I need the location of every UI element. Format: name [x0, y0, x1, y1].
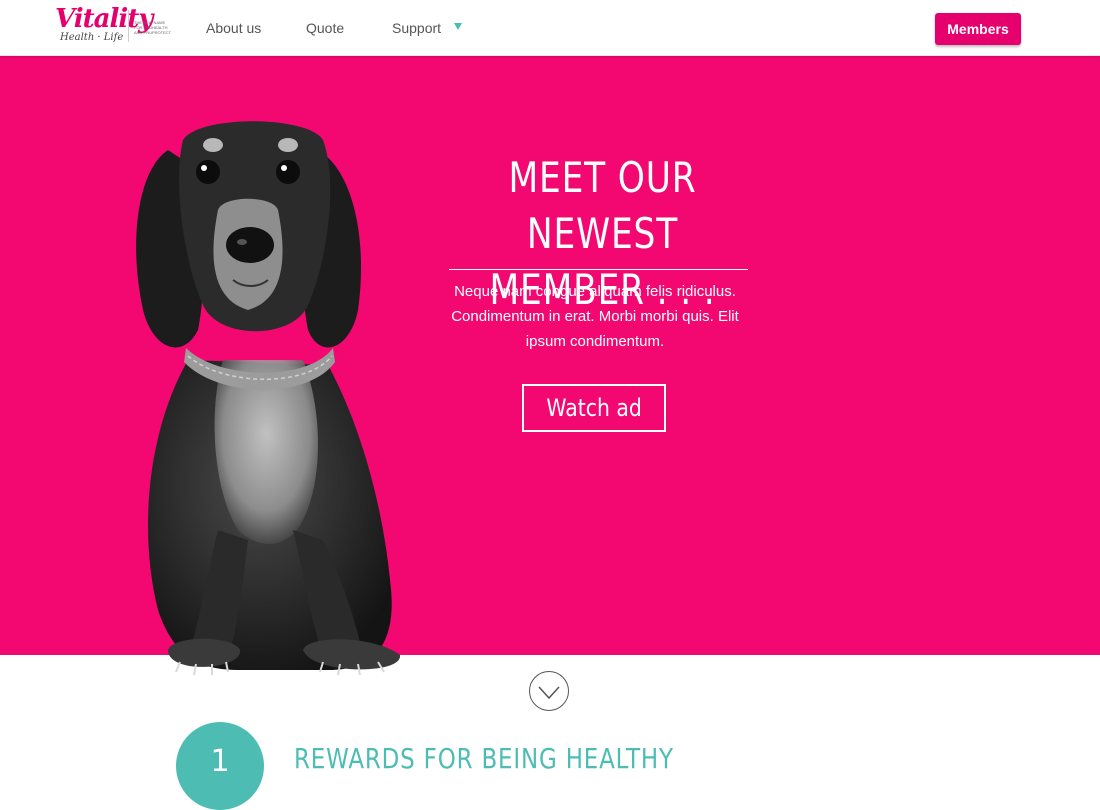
chevron-down-circle-icon[interactable] — [529, 671, 569, 711]
watch-ad-label: Watch ad — [546, 394, 642, 422]
members-button[interactable]: Members — [935, 13, 1021, 45]
nav-quote[interactable]: Quote — [306, 20, 344, 36]
step-number-badge: 1 — [176, 722, 264, 810]
site-header: Vitality Health · Life THE NEW NAME FOR … — [0, 0, 1100, 56]
hero-divider — [449, 269, 748, 270]
nav-support[interactable]: Support — [392, 20, 441, 36]
nav-about-us[interactable]: About us — [206, 20, 261, 36]
hero-description: Neque nam congue aliquam felis ridiculus… — [451, 283, 739, 350]
caret-down-icon[interactable] — [454, 23, 462, 30]
logo-tagline: THE NEW NAME FOR PRUHEALTH AND PRUPROTEC… — [134, 20, 172, 35]
watch-ad-button[interactable]: Watch ad — [522, 384, 666, 432]
vitality-logo[interactable]: Vitality Health · Life THE NEW NAME FOR … — [55, 4, 173, 48]
hero-title-line-1: MEET OUR NEWEST — [508, 153, 697, 258]
step-number: 1 — [210, 744, 230, 779]
dachshund-dog-image — [136, 121, 401, 676]
logo-divider — [128, 10, 129, 42]
logo-subtitle: Health · Life — [60, 32, 124, 43]
